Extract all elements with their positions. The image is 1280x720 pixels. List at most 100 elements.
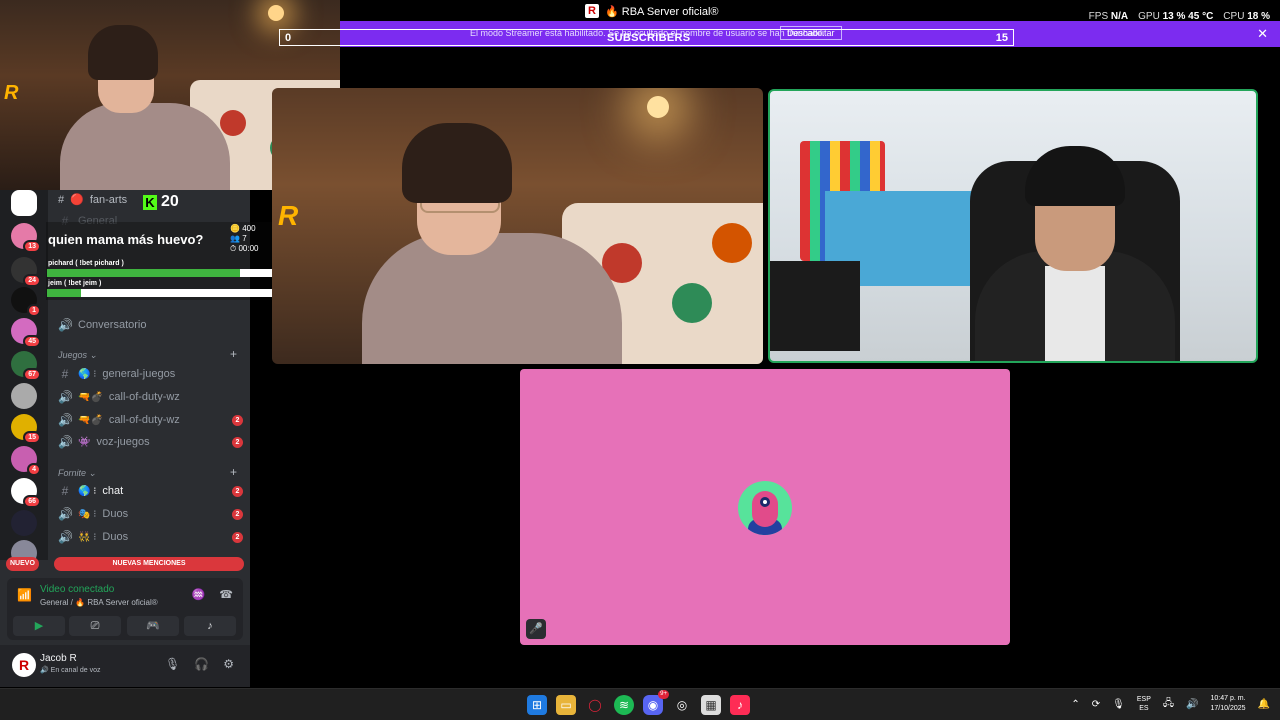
spotify-icon[interactable]: ≋ [614,695,634,715]
microphone-icon[interactable]: 🎙 [165,657,180,671]
goal-target: 15 [995,32,1008,44]
headphones-icon[interactable]: 🎧 [194,657,209,671]
participant-video [975,146,1175,361]
noise-suppression-icon[interactable]: ♒ [192,588,206,601]
poll-option-label: pichard ( !bet pichard ) [48,260,124,267]
user-count-badge: 2 [232,532,243,543]
new-badge[interactable]: NUEVO [6,557,39,571]
obs-icon[interactable]: ◎ [672,695,692,715]
user-count-badge: 2 [232,415,243,426]
video-tile-streamer[interactable]: R [272,88,763,364]
close-icon[interactable]: ✕ [1257,26,1268,42]
language-indicator[interactable]: ESP ES [1137,695,1151,713]
chevron-down-icon: ⌄ [89,350,98,360]
poll-option-bar [47,289,274,297]
file-explorer-icon[interactable]: ▭ [556,695,576,715]
users-icon: 👥 [230,234,240,243]
notification-icon[interactable]: 🔔 [1258,699,1270,710]
server-icon[interactable]: 15 [11,414,41,444]
soundboard-button[interactable]: ♪ [184,616,236,636]
signal-icon[interactable]: 📶 [17,588,32,602]
tiktok-icon[interactable]: ♪ [730,695,750,715]
network-icon[interactable]: 🖧 [1163,696,1174,713]
add-channel-icon[interactable]: + [230,465,237,479]
new-mentions-bar: NUEVO NUEVAS MENCIONES [0,557,250,572]
activity-button[interactable]: 🎮 [127,616,179,636]
channel-conversatorio[interactable]: 🔊 Conversatorio [58,315,243,335]
server-icon[interactable]: 1 [11,287,41,317]
channel-duos[interactable]: 🔊 👯 ⁝ Duos 2 [58,527,243,547]
server-icon-home[interactable] [11,190,37,216]
camera-button[interactable]: ▶ [13,616,65,636]
speaker-icon: 🔊 [58,413,73,427]
server-icon[interactable]: 67 [11,351,41,381]
server-icon[interactable]: 4 [11,446,41,476]
calculator-icon[interactable]: ▦ [701,695,721,715]
start-icon[interactable]: ⊞ [527,695,547,715]
speaker-icon: 🔊 [58,435,73,449]
server-icon[interactable]: 66 [11,478,41,508]
server-logo-icon: R [585,4,599,18]
discord-icon[interactable]: ◉ 9+ [643,690,669,715]
user-count-badge: 2 [232,509,243,520]
desktop: R R 🔥 RBA Server oficial® FPS N/A GPU 13… [0,0,1280,720]
prediction-poll: quien mama más huevo? 🪙 400 👥 7 ⏱ 00:00 … [46,222,276,300]
screen-share-button[interactable]: ⎚ [69,616,121,636]
channel-voz-juegos[interactable]: 🔊 👾 voz-juegos 2 [58,432,243,452]
voice-connection-panel: 📶 Video conectado General / 🔥 RBA Server… [7,578,243,640]
video-tile-avatar[interactable]: 🎤 [520,369,1010,645]
video-tile-speaking[interactable] [768,89,1258,363]
poll-option-bar [47,269,274,277]
muted-mic-icon: 🎤 [526,619,546,639]
fire-icon: 🔴 [70,194,84,206]
channel-chat[interactable]: # 🌎 ⁝ chat 2 [58,481,243,501]
rba-logo: R [4,82,19,104]
clock-icon: ⏱ [230,244,237,253]
category-fornite[interactable]: Fornite ⌄ + [58,465,243,479]
coin-icon: 🪙 [230,224,240,233]
mention-badge: 2 [232,486,243,497]
lamp [268,5,284,21]
server-icon[interactable]: 24 [11,257,41,287]
server-icon[interactable]: 13 [11,223,41,253]
goal-label: SUBSCRIBERS [607,32,691,44]
channel-general-juegos[interactable]: # 🌎 ⁝ general-juegos [58,364,243,384]
chevron-up-icon[interactable]: ⌃ [1071,699,1079,710]
poll-option-label: jeim ( !bet jeim ) [48,280,102,287]
microphone-icon[interactable]: 🎙 [1112,699,1125,710]
channel-call-of-duty-wz[interactable]: 🔊 🔫💣 call-of-duty-wz 2 [58,410,243,430]
volume-icon[interactable]: 🔊 [1186,699,1198,710]
clock[interactable]: 10:47 p. m. 17/10/2025 [1211,694,1246,714]
user-panel: R Jacob R 🔊 En canal de voz 🎙 🎧 ⚙ [0,645,250,687]
hash-icon: # [61,367,69,381]
avatar [738,481,792,535]
channel-call-of-duty-wz[interactable]: 🔊 🔫💣 call-of-duty-wz [58,387,243,407]
channel-duos[interactable]: 🔊 🎭 ⁝ Duos 2 [58,504,243,524]
channel-fan-arts[interactable]: # 🔴 fan-arts [58,193,127,207]
speaker-icon: 🔊 [58,530,73,544]
gear-icon[interactable]: ⚙ [223,657,234,671]
window-titlebar: R 🔥 RBA Server oficial® FPS N/A GPU 13 %… [340,0,1280,22]
opera-icon[interactable]: ◯ [585,695,605,715]
disconnect-icon[interactable]: ☎ [219,588,233,601]
poll-question: quien mama más huevo? [48,232,204,247]
speaker-icon: 🔊 [58,390,73,404]
server-icon[interactable] [11,510,37,536]
sync-icon[interactable]: ⟳ [1092,699,1100,710]
username[interactable]: Jacob R [40,653,77,664]
add-channel-icon[interactable]: + [230,347,237,361]
poll-meta: 🪙 400 👥 7 ⏱ 00:00 [230,224,259,253]
server-icon[interactable] [11,383,37,409]
server-icon[interactable]: 45 [11,318,41,348]
system-tray: ⌃ ⟳ 🎙 ESP ES 🖧 🔊 10:47 p. m. 17/10/2025 🔔 [1071,694,1270,714]
user-status: 🔊 En canal de voz [40,667,101,674]
speaker-icon: 🔊 [58,507,73,521]
user-count-badge: 2 [232,437,243,448]
avatar[interactable]: R [12,653,36,677]
voice-location[interactable]: General / 🔥 RBA Server oficial® [40,598,158,607]
voice-status: Video conectado [40,584,115,595]
new-mentions-button[interactable]: NUEVAS MENCIONES [54,557,244,571]
category-juegos[interactable]: Juegos ⌄ + [58,347,243,361]
participant-video [362,123,622,364]
rba-logo: R [278,200,299,231]
